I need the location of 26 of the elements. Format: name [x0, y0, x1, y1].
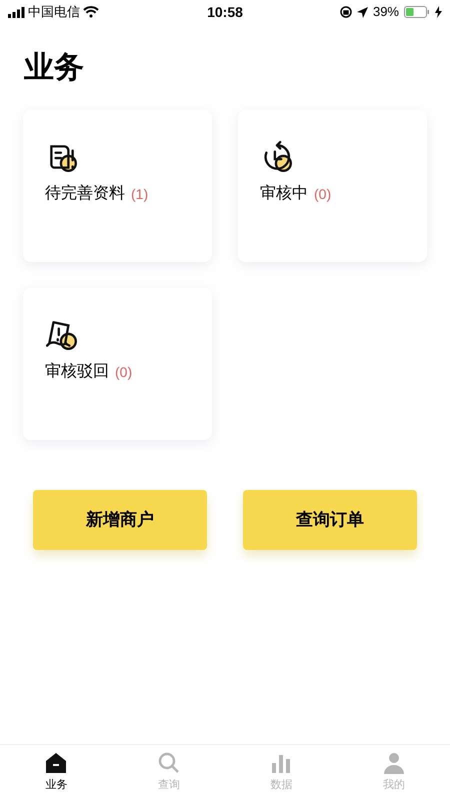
card-label: 审核中: [260, 184, 308, 204]
action-button[interactable]: 查询订单: [243, 490, 417, 550]
card-count: (0): [314, 184, 332, 204]
card-label: 待完善资料: [45, 183, 125, 204]
charging-icon: [435, 6, 442, 18]
rotation-lock-icon: [340, 6, 352, 18]
page-title: 业务: [24, 50, 84, 86]
tab-item[interactable]: 业务: [0, 745, 112, 800]
alert-bubble-icon: [45, 318, 79, 352]
carrier-name: 中国电信: [28, 3, 80, 22]
battery-icon: [404, 6, 430, 18]
status-card[interactable]: 待完善资料 (1): [23, 110, 212, 262]
signal-icon: [8, 6, 25, 18]
battery-percent: 39%: [372, 3, 399, 22]
search-icon: [156, 751, 181, 776]
status-card[interactable]: 审核驳回 (0): [23, 288, 212, 440]
card-count: (1): [131, 184, 148, 204]
home-icon: [44, 751, 68, 776]
wifi-icon: [83, 6, 99, 18]
status-time: 10:58: [207, 2, 243, 22]
card-label: 审核驳回: [45, 362, 109, 382]
location-icon: [356, 6, 368, 18]
card-count: (0): [115, 362, 132, 382]
status-card[interactable]: 审核中 (0): [238, 110, 427, 262]
user-icon: [382, 751, 406, 776]
action-button[interactable]: 新增商户: [33, 490, 207, 550]
